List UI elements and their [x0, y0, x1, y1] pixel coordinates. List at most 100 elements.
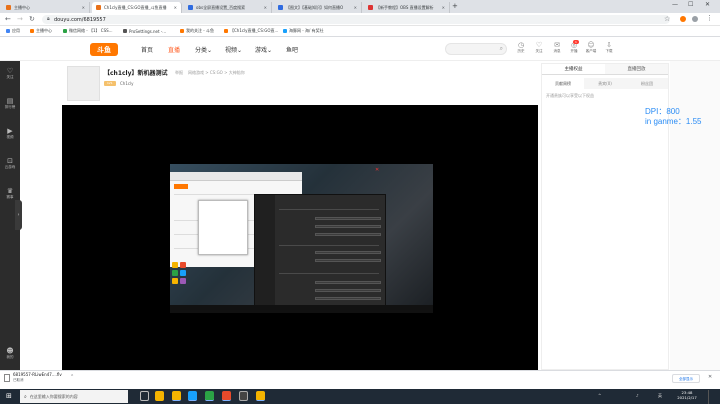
bookmark-label: 【Ch1cly直播_CS:GO直... [230, 28, 279, 33]
bookmark-label: 主播中心 [36, 28, 52, 33]
back-arrow-icon[interactable]: ← [5, 15, 11, 24]
sidebar-item-follow[interactable]: ♡ 关注 [0, 67, 20, 80]
nav-fishbar[interactable]: 鱼吧 [286, 45, 298, 54]
system-clock[interactable]: 23:48 2021/2/17 [674, 390, 700, 400]
report-link[interactable]: 举报 [175, 70, 183, 76]
tab-weekly-rank[interactable]: 贡献周榜 [542, 78, 584, 89]
nav-live[interactable]: 直播 [168, 45, 180, 54]
extension-icon[interactable] [680, 16, 686, 22]
bookmark-label: 海豚网 - 海/ 有奖社 [289, 28, 324, 33]
profile-avatar-icon[interactable] [692, 16, 698, 22]
forward-arrow-icon[interactable]: → [17, 15, 23, 24]
close-tab-icon[interactable]: ✕ [354, 5, 357, 10]
bookmark-star-icon[interactable]: ☆ [664, 15, 670, 23]
nav-games[interactable]: 游戏⌄ [255, 45, 272, 54]
folder-icon[interactable] [256, 391, 265, 401]
tray-overflow-icon[interactable]: ^ [598, 393, 601, 398]
messages-button[interactable]: ✉ 消息 [550, 41, 564, 54]
obs-field [315, 289, 381, 292]
browser-tab-active[interactable]: Ch1cly直播_CS:GO直播_斗鱼直播 ✕ [92, 2, 182, 13]
sidebar-item-events[interactable]: ♛ 赛事 [0, 187, 20, 200]
sidebar-item-cloud-games[interactable]: ⊡ 云游戏 [0, 157, 20, 170]
steam-icon[interactable] [188, 391, 197, 401]
close-tab-icon[interactable]: ✕ [442, 5, 445, 10]
nav-video[interactable]: 视频⌄ [225, 45, 242, 54]
right-panel-tabs: 主播权益 直播回放 [542, 64, 668, 75]
close-downloads-icon[interactable]: ✕ [708, 374, 712, 380]
task-view-icon[interactable] [140, 391, 149, 401]
volume-icon[interactable]: ♪ [636, 393, 639, 398]
dpi-line: DPI：800 [645, 107, 680, 116]
search-icon[interactable]: ⌕ [500, 45, 503, 53]
anchor-name[interactable]: Ch1cly [120, 81, 134, 86]
url-text[interactable]: douyu.com/6819557 [54, 17, 106, 23]
close-tab-icon[interactable]: ✕ [174, 5, 177, 10]
browser-tab[interactable]: 【新手教程】OBS 直播设置解析 ✕ [364, 2, 450, 13]
bookmark-item[interactable]: 海豚网 - 海/ 有奖社 [283, 27, 324, 35]
tab-anchor-rights[interactable]: 主播权益 [542, 64, 605, 75]
site-search-input[interactable]: ⌕ [445, 43, 507, 55]
sidebar-item-label: 排行榜 [4, 105, 16, 109]
maximize-button[interactable]: ☐ [688, 1, 693, 8]
close-tab-icon[interactable]: ✕ [264, 5, 267, 10]
bookmark-item[interactable]: 微信网络 - 【1】 CSS... [63, 27, 113, 35]
obs-field [315, 251, 381, 254]
input-method-indicator[interactable]: 英 [658, 393, 662, 399]
browser-tab[interactable]: 主播中心 ✕ [2, 2, 90, 13]
obs-icon[interactable] [239, 391, 248, 401]
chevron-up-icon[interactable]: ⌃ [70, 374, 74, 380]
taskbar-app-icon[interactable] [155, 391, 164, 401]
sidebar-item-mine[interactable]: ☻ 我的 [0, 347, 20, 360]
tab-vip[interactable]: 贵宾(0) [584, 78, 626, 89]
user-icon: ☻ [6, 347, 14, 355]
nav-category[interactable]: 分类⌄ [195, 45, 212, 54]
header-icon-label: 历史 [517, 49, 525, 53]
client-button[interactable]: ☺ 客户端 [584, 41, 598, 54]
trophy-icon: ♛ [6, 187, 14, 195]
close-tab-icon[interactable]: ✕ [82, 5, 85, 10]
show-all-button[interactable]: 全部显示 [672, 374, 700, 383]
bookmark-item[interactable]: ProSettings.net -... [123, 27, 166, 35]
reload-icon[interactable]: ↻ [29, 15, 35, 24]
sidebar-item-rank[interactable]: ▤ 排行榜 [0, 97, 20, 110]
sidebar-item-video[interactable]: ▶ 视频 [0, 127, 20, 140]
bookmark-item[interactable]: 主播中心 [30, 27, 52, 35]
chevron-down-icon: ⌄ [267, 47, 273, 54]
sidebar-item-label: 关注 [6, 75, 14, 79]
video-icon: ▶ [7, 127, 13, 135]
streamer-avatar[interactable] [67, 66, 100, 101]
lock-icon[interactable]: 🔒︎ [47, 16, 50, 22]
bookmark-item[interactable]: 【Ch1cly直播_CS:GO直... [224, 27, 278, 35]
douyu-logo[interactable]: 斗鱼 [90, 43, 118, 56]
history-button[interactable]: ◷ 历史 [514, 41, 528, 54]
chrome-icon[interactable] [205, 391, 214, 401]
follow-button[interactable]: ♡ 关注 [532, 41, 546, 54]
address-bar[interactable] [42, 15, 670, 24]
close-window-button[interactable]: ✕ [705, 1, 710, 8]
windows-start-icon[interactable]: ⊞ [6, 392, 12, 401]
browser-tab[interactable]: obs全屏直播设置_百度搜索 ✕ [184, 2, 272, 13]
douyu-client-icon[interactable] [222, 391, 231, 401]
download-button[interactable]: ⇩ 下载 [602, 41, 616, 54]
download-item[interactable]: 6819557-RLiwEn47....flv 已取消 [4, 372, 62, 383]
browser-tab[interactable]: 【图文】【基础知识】如何直播O ✕ [274, 2, 362, 13]
bookmark-item[interactable]: 应用 [6, 27, 20, 35]
show-desktop-button[interactable] [708, 390, 720, 404]
sidebar-collapse-handle[interactable]: › [15, 200, 22, 230]
download-icon: ⇩ [606, 41, 612, 49]
header-icon-label: 下载 [605, 49, 613, 53]
menu-kebab-icon[interactable]: ⋮ [706, 14, 713, 23]
user-icon: ☺ [587, 41, 595, 49]
site-favicon-icon [283, 29, 287, 33]
minimize-button[interactable]: — [672, 1, 678, 8]
sidebar-item-label: 云游戏 [4, 165, 16, 169]
bookmark-item[interactable]: 我的关注 - 斗鱼 [180, 27, 214, 35]
downloads-bar [0, 370, 720, 389]
nav-home[interactable]: 首页 [141, 45, 153, 54]
new-tab-button[interactable]: + [452, 2, 458, 10]
file-explorer-icon[interactable] [172, 391, 181, 401]
tab-fan-club[interactable]: 粉丝团 [626, 78, 668, 89]
tab-replay[interactable]: 直播回放 [605, 64, 668, 75]
taskbar-search-input[interactable]: ⌕ 在这里输入你要搜索的内容 [20, 390, 128, 403]
room-category-breadcrumb[interactable]: 网络游戏 > CS:GO > 大神陪你 [188, 70, 245, 76]
